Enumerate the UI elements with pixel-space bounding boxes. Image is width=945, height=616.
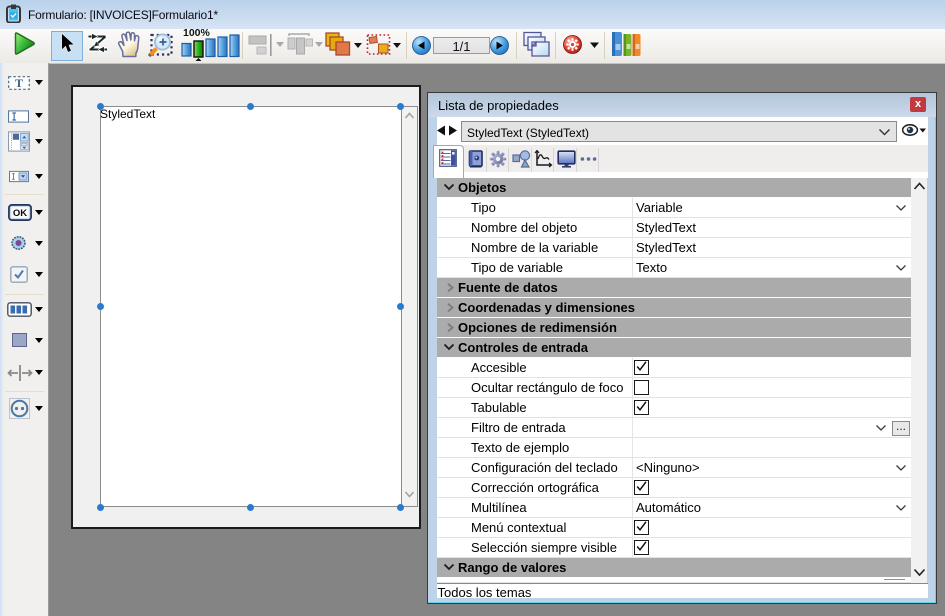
svg-text:OK: OK <box>13 208 27 219</box>
svg-text:T: T <box>15 76 23 90</box>
